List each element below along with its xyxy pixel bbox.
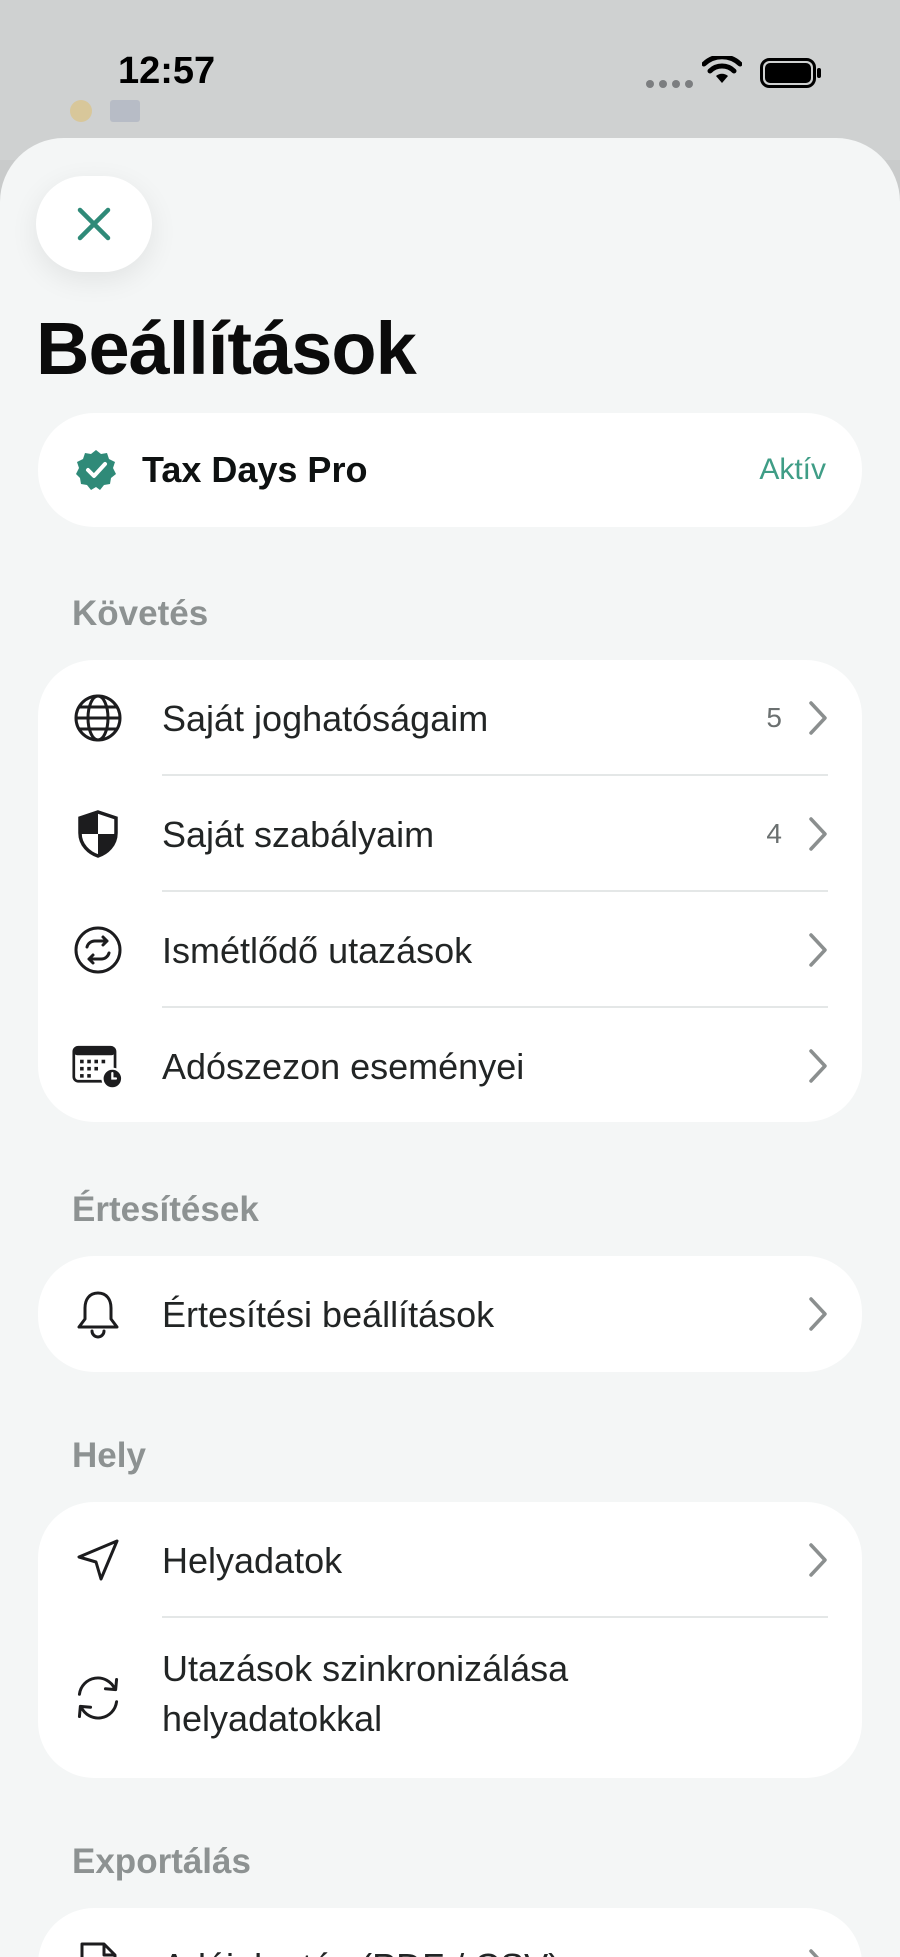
- calendar-clock-icon: [72, 1040, 124, 1092]
- chevron-right-icon: [809, 933, 827, 967]
- tracking-card: Saját joghatóságaim 5 Saját szabályaim 4: [38, 660, 862, 1122]
- chevron-right-icon: [809, 1949, 819, 1957]
- row-tax-season-events[interactable]: Adószezon eseményei: [38, 1008, 862, 1124]
- wifi-icon: [702, 56, 742, 83]
- row-count: 5: [766, 702, 782, 733]
- chevron-right-icon: [809, 1297, 827, 1331]
- subscription-status: Aktív: [759, 453, 826, 486]
- chevron-right-icon: [809, 1049, 827, 1083]
- sync-icon: [72, 1672, 124, 1724]
- notifications-card: Értesítési beállítások: [38, 1256, 862, 1372]
- row-count: 4: [766, 818, 782, 849]
- row-label: Adószezon eseményei: [162, 1045, 525, 1087]
- settings-sheet: Beállítások Tax Days Pro Aktív Követés S…: [0, 138, 900, 1957]
- row-rules[interactable]: Saját szabályaim 4: [38, 776, 862, 892]
- row-label-line-2: helyadatokkal: [162, 1698, 383, 1739]
- row-label: Ismétlődő utazások: [162, 929, 473, 971]
- row-recurring-trips[interactable]: Ismétlődő utazások: [38, 892, 862, 1008]
- status-time: 12:57: [118, 50, 216, 92]
- chevron-right-icon: [809, 817, 827, 851]
- globe-icon: [72, 692, 124, 744]
- subscription-name: Tax Days Pro: [142, 449, 368, 490]
- shield-icon: [72, 808, 124, 860]
- row-sync-trips[interactable]: Utazások szinkronizálása helyadatokkal: [38, 1618, 862, 1778]
- page-title: Beállítások: [36, 307, 417, 390]
- row-label: Adójelentés (PDF / CSV): [162, 1942, 560, 1957]
- repeat-icon: [72, 924, 124, 976]
- location-card: Helyadatok Utazások szinkronizálása hely…: [38, 1502, 862, 1778]
- row-notification-settings[interactable]: Értesítési beállítások: [38, 1256, 862, 1372]
- chevron-right-icon: [809, 1543, 827, 1577]
- subscription-card[interactable]: Tax Days Pro Aktív: [38, 413, 862, 527]
- chevron-right-icon: [809, 701, 827, 735]
- cellular-signal-icon: [646, 80, 693, 88]
- row-jurisdictions[interactable]: Saját joghatóságaim 5: [38, 660, 862, 776]
- section-title-export: Exportálás: [72, 1842, 251, 1881]
- close-icon: [77, 207, 111, 241]
- document-icon: [72, 1940, 124, 1957]
- section-title-location: Hely: [72, 1436, 146, 1475]
- section-title-tracking: Követés: [72, 594, 209, 633]
- section-title-notifications: Értesítések: [72, 1190, 259, 1229]
- battery-icon: [760, 58, 821, 88]
- status-bar: 12:57: [0, 0, 900, 140]
- row-location-data[interactable]: Helyadatok: [38, 1502, 862, 1618]
- bell-icon: [72, 1288, 124, 1340]
- row-label: Értesítési beállítások: [162, 1293, 495, 1335]
- location-arrow-icon: [72, 1534, 124, 1586]
- row-label: Helyadatok: [162, 1539, 343, 1581]
- row-label: Saját joghatóságaim: [162, 697, 489, 739]
- row-label-line-1: Utazások szinkronizálása: [162, 1648, 569, 1689]
- verified-badge-icon: [76, 450, 116, 490]
- row-tax-report[interactable]: Adójelentés (PDF / CSV): [38, 1908, 862, 1957]
- close-button[interactable]: [36, 176, 152, 272]
- export-card: Adójelentés (PDF / CSV): [38, 1908, 862, 1957]
- row-label: Saját szabályaim: [162, 813, 435, 855]
